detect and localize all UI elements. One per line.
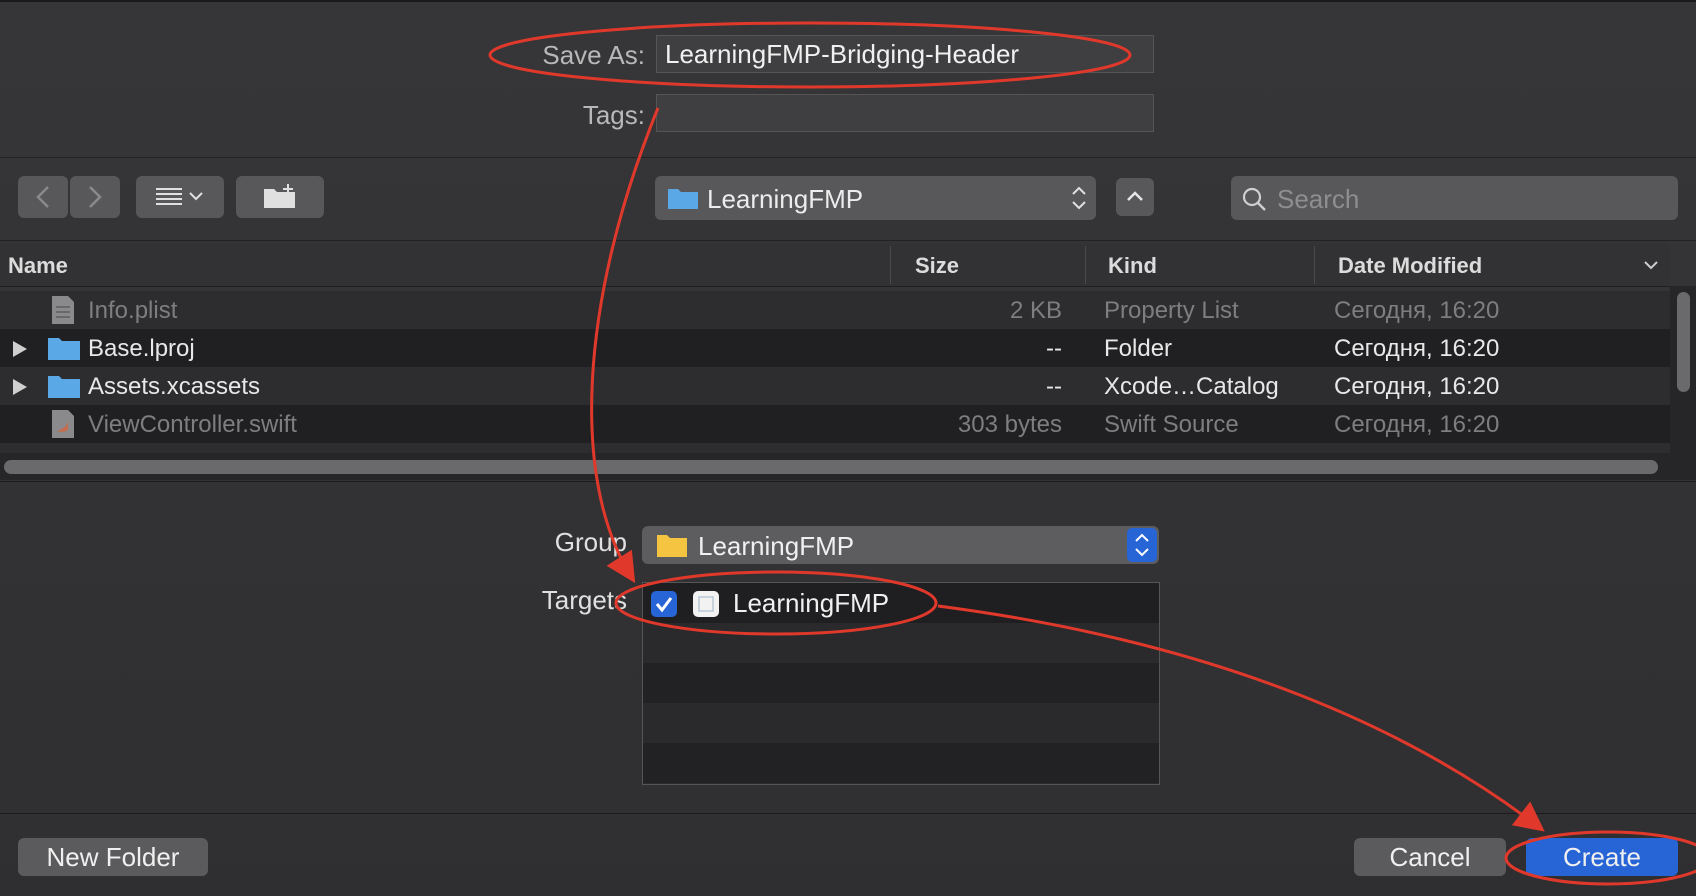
file-name: ViewController.swift <box>88 411 297 438</box>
file-list-header: Name Size Kind Date Modified <box>0 244 1670 287</box>
group-popup-stepper <box>1127 528 1157 562</box>
list-view-icon <box>156 188 203 205</box>
enclosing-folder-button[interactable] <box>1116 178 1154 216</box>
file-name: Assets.xcassets <box>88 373 261 400</box>
file-size: 2 KB <box>1009 297 1062 324</box>
chevron-up-icon <box>1127 191 1143 201</box>
vertical-scrollbar[interactable] <box>1677 292 1690 392</box>
search-placeholder: Search <box>1277 184 1360 214</box>
divider <box>0 481 1696 482</box>
search-icon <box>1242 187 1266 211</box>
forward-button[interactable] <box>70 176 120 218</box>
column-header-kind[interactable]: Kind <box>1108 253 1157 279</box>
swift-file-icon <box>52 410 74 438</box>
divider <box>0 157 1696 158</box>
new-folder-button[interactable]: New Folder <box>18 838 208 876</box>
view-options-button[interactable] <box>136 176 224 218</box>
file-name: Base.lproj <box>88 335 195 362</box>
group-label: Group <box>554 527 627 557</box>
group-popup[interactable]: LearningFMP <box>642 526 1159 564</box>
location-label: LearningFMP <box>707 184 864 214</box>
file-kind: Folder <box>1104 335 1173 362</box>
column-divider <box>1314 246 1315 284</box>
file-date: Сегодня, 16:20 <box>1334 411 1500 438</box>
file-kind: Swift Source <box>1104 411 1239 438</box>
back-button[interactable] <box>18 176 68 218</box>
empty-row <box>643 623 1159 663</box>
tags-label: Tags: <box>582 100 645 130</box>
new-folder-icon <box>264 184 295 208</box>
folder-icon <box>48 338 80 360</box>
cancel-button[interactable]: Cancel <box>1354 838 1506 876</box>
search-field[interactable]: Search <box>1231 176 1678 220</box>
divider <box>0 813 1696 814</box>
empty-row <box>643 703 1159 743</box>
targets-label: Targets <box>541 585 627 615</box>
column-header-name[interactable]: Name <box>8 253 68 279</box>
chevron-left-icon <box>36 186 49 208</box>
save-as-field[interactable]: LearningFMP-Bridging-Header <box>656 35 1154 73</box>
column-header-size[interactable]: Size <box>915 253 959 279</box>
file-row-partial <box>0 443 1670 453</box>
file-size: 303 bytes <box>957 411 1062 438</box>
disclosure-triangle-icon[interactable] <box>10 339 30 359</box>
file-row[interactable]: Assets.xcassets -- Xcode…Catalog Сегодня… <box>0 367 1670 405</box>
plist-file-icon <box>52 296 74 324</box>
file-date: Сегодня, 16:20 <box>1334 373 1500 400</box>
file-size: -- <box>1046 373 1062 400</box>
group-value: LearningFMP <box>698 531 855 561</box>
disclosure-triangle-icon[interactable] <box>10 377 30 397</box>
file-date: Сегодня, 16:20 <box>1334 335 1500 362</box>
file-row[interactable]: Info.plist 2 KB Property List Сегодня, 1… <box>0 291 1670 329</box>
column-divider <box>890 246 891 284</box>
folder-icon <box>668 189 698 209</box>
targets-list: LearningFMP <box>642 582 1160 785</box>
column-header-date-modified[interactable]: Date Modified <box>1338 253 1482 279</box>
file-size: -- <box>1046 335 1062 362</box>
new-folder-toolbar-button[interactable] <box>236 176 324 218</box>
location-popup[interactable]: LearningFMP <box>655 176 1096 220</box>
file-name: Info.plist <box>88 297 178 324</box>
folder-icon <box>48 376 80 398</box>
empty-row <box>643 743 1159 783</box>
horizontal-scrollbar[interactable] <box>4 460 1658 474</box>
divider <box>0 240 1696 241</box>
checkmark-icon <box>655 597 673 613</box>
target-row[interactable]: LearningFMP <box>643 583 1159 623</box>
create-button[interactable]: Create <box>1526 838 1678 876</box>
up-down-arrows-icon <box>1135 533 1149 557</box>
app-target-icon <box>693 591 719 617</box>
empty-row <box>643 663 1159 703</box>
file-row[interactable]: ViewController.swift 303 bytes Swift Sou… <box>0 405 1670 443</box>
file-kind: Property List <box>1104 297 1239 324</box>
file-row[interactable]: Base.lproj -- Folder Сегодня, 16:20 <box>0 329 1670 367</box>
target-checkbox[interactable] <box>651 591 677 617</box>
target-name: LearningFMP <box>733 588 890 618</box>
sort-chevron-down-icon <box>1644 261 1658 270</box>
column-divider <box>1085 246 1086 284</box>
chevron-right-icon <box>89 186 102 208</box>
file-kind: Xcode…Catalog <box>1104 373 1279 400</box>
folder-icon <box>657 535 687 557</box>
tags-field[interactable] <box>656 94 1154 132</box>
up-down-arrows-icon <box>1072 186 1086 210</box>
window-top-edge <box>0 0 1696 2</box>
file-date: Сегодня, 16:20 <box>1334 297 1500 324</box>
save-as-label: Save As: <box>542 40 645 70</box>
